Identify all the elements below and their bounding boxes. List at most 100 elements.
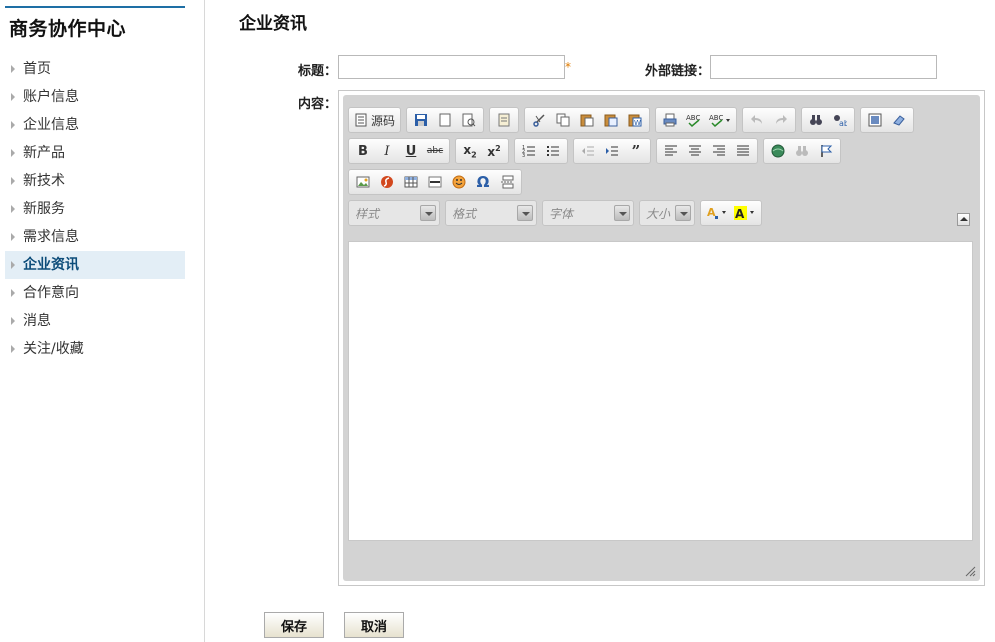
new-page-button[interactable]	[434, 109, 456, 131]
maximize-button[interactable]	[864, 109, 886, 131]
bulleted-list-button[interactable]	[542, 140, 564, 162]
cut-button[interactable]	[528, 109, 550, 131]
redo-button[interactable]	[770, 109, 792, 131]
find-button[interactable]	[805, 109, 827, 131]
remove-format-button[interactable]	[888, 109, 910, 131]
required-mark: *	[565, 60, 571, 74]
blockquote-button[interactable]: ”	[625, 140, 647, 162]
subscript-button[interactable]: x2	[459, 140, 481, 162]
bold-button[interactable]: B	[352, 140, 374, 162]
format-combo[interactable]: 格式	[445, 200, 537, 226]
align-right-button[interactable]	[708, 140, 730, 162]
unlink-button[interactable]	[791, 140, 813, 162]
scayt-button[interactable]: ABC	[707, 109, 733, 131]
source-button[interactable]: 源码	[352, 109, 397, 131]
print-icon	[663, 113, 677, 127]
title-input[interactable]	[338, 55, 565, 79]
align-center-icon	[689, 145, 701, 156]
scayt-icon: ABC	[709, 114, 731, 127]
spellcheck-button[interactable]: ABC	[683, 109, 705, 131]
smiley-button[interactable]	[448, 171, 470, 193]
toolbar-group-undo	[742, 107, 797, 133]
image-icon	[356, 176, 370, 188]
sidebar-item-favorites[interactable]: 关注/收藏	[5, 335, 185, 363]
sidebar-item-label: 合作意向	[23, 285, 79, 301]
paste-button[interactable]	[576, 109, 598, 131]
text-color-icon: A	[707, 206, 726, 219]
underline-button[interactable]: U	[400, 140, 422, 162]
toolbar-group-find: ab	[801, 107, 856, 133]
toolbar-group-insert: Ω	[348, 169, 522, 195]
sidebar-item-account[interactable]: 账户信息	[5, 83, 185, 111]
paste-text-button[interactable]	[600, 109, 622, 131]
style-combo[interactable]: 样式	[348, 200, 440, 226]
italic-icon: I	[384, 143, 390, 159]
resize-handle-icon[interactable]	[964, 565, 976, 577]
sidebar-item-company-news[interactable]: 企业资讯	[5, 251, 185, 279]
editor-content-area[interactable]	[348, 241, 973, 541]
superscript-button[interactable]: x2	[483, 140, 505, 162]
bg-color-button[interactable]: A	[732, 202, 758, 224]
copy-button[interactable]	[552, 109, 574, 131]
bg-color-icon: A	[734, 206, 754, 220]
strike-icon: abc	[426, 146, 444, 156]
sidebar-item-company-info[interactable]: 企业信息	[5, 111, 185, 139]
align-center-button[interactable]	[684, 140, 706, 162]
preview-button[interactable]	[458, 109, 480, 131]
align-left-button[interactable]	[660, 140, 682, 162]
svg-text:A: A	[735, 207, 745, 220]
font-combo[interactable]: 字体	[542, 200, 634, 226]
undo-button[interactable]	[746, 109, 768, 131]
title-label: 标题：	[298, 64, 338, 79]
sidebar-item-label: 消息	[23, 313, 51, 329]
external-link-input[interactable]	[710, 55, 937, 79]
page-title: 企业资讯	[239, 14, 307, 34]
replace-button[interactable]: ab	[829, 109, 851, 131]
toolbar-row-2: B I U abc x2 x2 123 ”	[348, 138, 841, 164]
sidebar-item-new-services[interactable]: 新服务	[5, 195, 185, 223]
maximize-icon	[868, 113, 882, 127]
sidebar-item-cooperation[interactable]: 合作意向	[5, 279, 185, 307]
cancel-button[interactable]: 取消	[344, 612, 404, 638]
print-button[interactable]	[659, 109, 681, 131]
indent-button[interactable]	[601, 140, 623, 162]
paste-word-button[interactable]: W	[624, 109, 646, 131]
sidebar-item-new-tech[interactable]: 新技术	[5, 167, 185, 195]
find-icon	[810, 115, 823, 125]
anchor-button[interactable]	[815, 140, 837, 162]
sidebar-item-demand[interactable]: 需求信息	[5, 223, 185, 251]
toolbar-group-clipboard: W	[524, 107, 651, 133]
save-doc-button[interactable]	[410, 109, 432, 131]
chevron-down-icon	[675, 205, 691, 221]
arrow-right-icon	[11, 93, 15, 101]
toolbar-group-links	[763, 138, 841, 164]
size-combo[interactable]: 大小	[639, 200, 695, 226]
bold-icon: B	[358, 143, 368, 159]
save-button[interactable]: 保存	[264, 612, 324, 638]
image-button[interactable]	[352, 171, 374, 193]
remove-format-icon	[893, 115, 905, 126]
paste-word-icon: W	[628, 114, 642, 127]
horizontal-rule-button[interactable]	[424, 171, 446, 193]
special-char-button[interactable]: Ω	[472, 171, 494, 193]
sidebar-item-new-products[interactable]: 新产品	[5, 139, 185, 167]
flash-button[interactable]	[376, 171, 398, 193]
page-break-button[interactable]	[496, 171, 518, 193]
sidebar-item-home[interactable]: 首页	[5, 55, 185, 83]
arrow-right-icon	[11, 317, 15, 325]
strike-button[interactable]: abc	[424, 140, 446, 162]
sidebar-item-messages[interactable]: 消息	[5, 307, 185, 335]
toolbar-group-print-spell: ABC ABC	[655, 107, 738, 133]
sidebar-menu: 首页 账户信息 企业信息 新产品 新技术 新服务 需求信息 企业资讯 合作意向 …	[5, 55, 185, 363]
justify-button[interactable]	[732, 140, 754, 162]
italic-button[interactable]: I	[376, 140, 398, 162]
toolbar-collapse-button[interactable]	[957, 213, 970, 226]
outdent-button[interactable]	[577, 140, 599, 162]
templates-button[interactable]	[493, 109, 515, 131]
text-color-button[interactable]: A	[704, 202, 730, 224]
table-button[interactable]	[400, 171, 422, 193]
link-button[interactable]	[767, 140, 789, 162]
numbered-list-button[interactable]: 123	[518, 140, 540, 162]
indent-icon	[606, 146, 618, 156]
redo-icon	[776, 115, 788, 124]
